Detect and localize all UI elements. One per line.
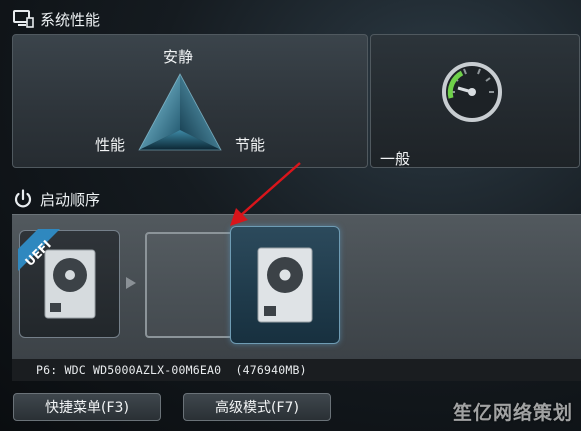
advanced-mode-button[interactable]: 高级模式(F7): [183, 393, 331, 421]
monitor-icon: [12, 8, 34, 30]
boot-priority-header: 启动顺序: [12, 188, 100, 210]
performance-triangle[interactable]: [137, 72, 223, 154]
system-performance-title: 系统性能: [40, 10, 101, 29]
boot-priority-title: 启动顺序: [40, 190, 101, 209]
mode-performance-label[interactable]: 性能: [95, 134, 125, 155]
boot-device-info-text: P6: WDC WD5000AZLX-00M6EA0 (476940MB): [36, 363, 307, 377]
hard-disk-icon: [257, 247, 313, 323]
ez-tuning-button[interactable]: 快捷菜单(F3): [13, 393, 161, 421]
boot-device-empty-slot[interactable]: [145, 232, 239, 338]
boot-order-connector: [125, 275, 137, 289]
watermark: 笙亿网络策划: [453, 402, 574, 424]
red-arrow: [224, 160, 304, 230]
mode-energy-label[interactable]: 节能: [235, 134, 265, 155]
mode-quiet-label[interactable]: 安静: [163, 46, 193, 67]
speedometer-icon: [436, 58, 508, 124]
system-performance-header: 系统性能: [12, 8, 100, 30]
boot-device-selected-disk[interactable]: [230, 226, 340, 344]
normal-mode-label: 一般: [380, 150, 411, 168]
uefi-badge: UEFI: [18, 229, 74, 285]
power-icon: [12, 188, 34, 210]
boot-device-info: P6: WDC WD5000AZLX-00M6EA0 (476940MB): [12, 359, 581, 381]
